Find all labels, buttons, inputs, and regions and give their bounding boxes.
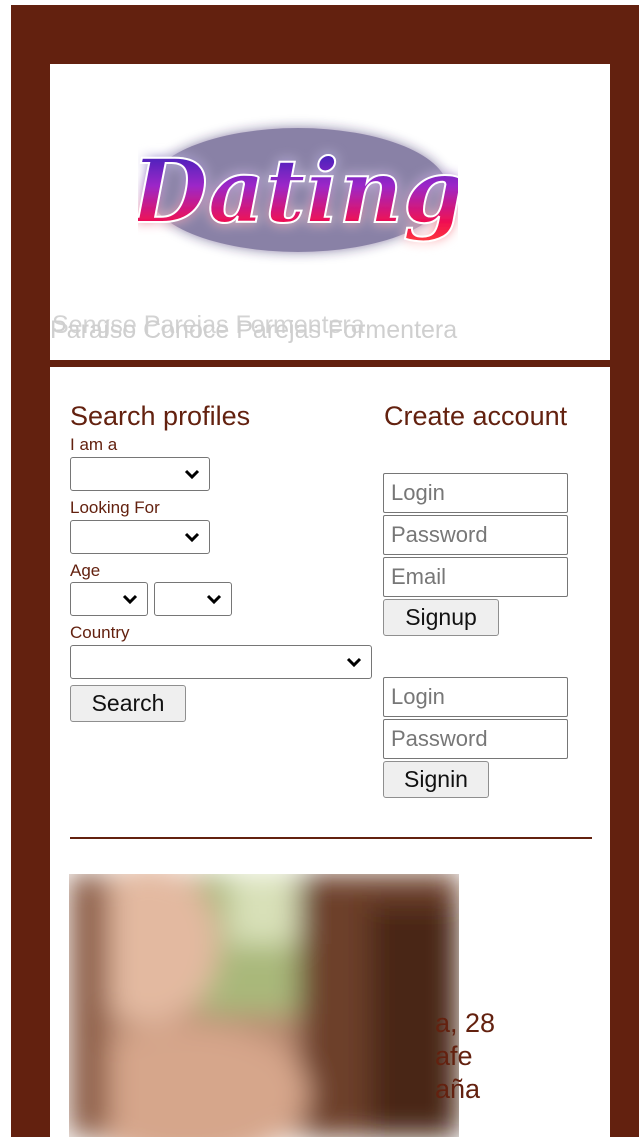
chevron-down-icon bbox=[184, 532, 200, 543]
site-tagline: Paraíso Conoce Parejas Formentera bbox=[50, 316, 458, 344]
signup-password-field[interactable]: Password bbox=[383, 515, 568, 555]
signup-email-field[interactable]: Email bbox=[383, 557, 568, 597]
signin-login-field[interactable]: Login bbox=[383, 677, 568, 717]
profile-city: afe bbox=[435, 1041, 473, 1071]
profile-name-age: a, 28 bbox=[435, 1008, 496, 1038]
looking-for-label: Looking For bbox=[70, 498, 160, 517]
main-panel: Search profiles I am a Looking For Age C… bbox=[50, 367, 610, 1137]
search-button[interactable]: Search bbox=[70, 685, 186, 722]
dating-logo[interactable]: Dating bbox=[138, 100, 458, 265]
profile-country: aña bbox=[435, 1074, 481, 1104]
search-profiles-title: Search profiles bbox=[70, 401, 251, 431]
age-from-select[interactable] bbox=[70, 582, 148, 616]
signup-login-field[interactable]: Login bbox=[383, 473, 568, 513]
signin-button[interactable]: Signin bbox=[383, 761, 489, 798]
section-divider bbox=[70, 837, 592, 839]
chevron-down-icon bbox=[206, 594, 222, 605]
create-account-title: Create account bbox=[384, 401, 568, 431]
chevron-down-icon bbox=[346, 657, 362, 668]
looking-for-select[interactable] bbox=[70, 520, 210, 554]
profile-photo[interactable] bbox=[69, 874, 459, 1137]
country-label: Country bbox=[70, 623, 130, 642]
header-panel: Dating Sengse Parejas Formentera Paraíso… bbox=[50, 64, 610, 360]
logo-text: Dating bbox=[138, 139, 458, 243]
signin-password-field[interactable]: Password bbox=[383, 719, 568, 759]
chevron-down-icon bbox=[122, 594, 138, 605]
country-select[interactable] bbox=[70, 645, 372, 679]
age-label: Age bbox=[70, 561, 101, 580]
page-background: Dating Sengse Parejas Formentera Paraíso… bbox=[11, 5, 639, 1137]
i-am-label: I am a bbox=[70, 435, 118, 454]
chevron-down-icon bbox=[184, 469, 200, 480]
i-am-select[interactable] bbox=[70, 457, 210, 491]
age-to-select[interactable] bbox=[154, 582, 232, 616]
profile-photo-image bbox=[69, 874, 459, 1137]
signup-button[interactable]: Signup bbox=[383, 599, 499, 636]
